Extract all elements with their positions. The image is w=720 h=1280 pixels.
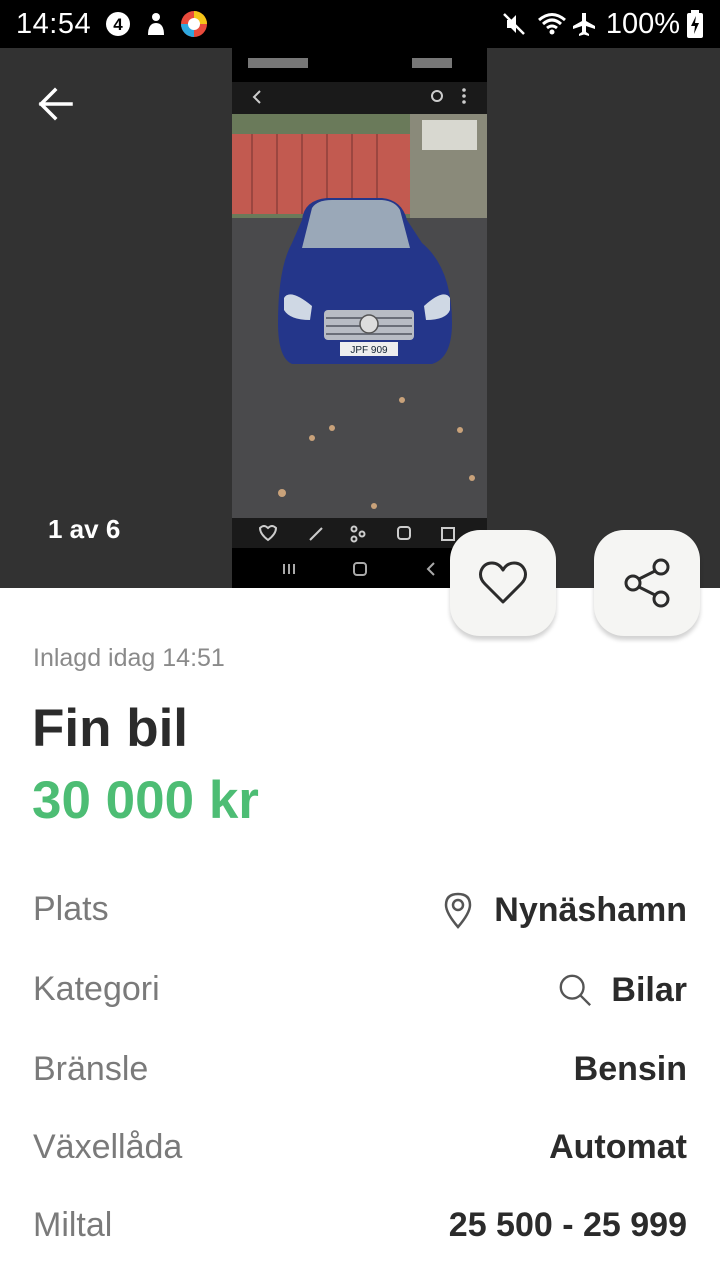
svg-text:4: 4 <box>113 15 123 34</box>
app-color-icon <box>180 10 208 38</box>
back-button[interactable] <box>22 72 90 136</box>
detail-label: Plats <box>33 890 109 928</box>
heart-icon <box>479 561 527 604</box>
share-icon <box>624 558 670 608</box>
listing-price: 30 000 kr <box>32 771 259 830</box>
detail-row-kategori[interactable]: Kategori Bilar <box>0 960 720 1020</box>
app-icon <box>142 10 170 38</box>
image-counter: 1 av 6 <box>48 514 121 544</box>
detail-value: Nynäshamn <box>494 890 687 929</box>
detail-label: Bränsle <box>33 1050 149 1088</box>
battery-percent: 100% <box>605 8 680 40</box>
status-bar: 14:54 4 100% <box>0 0 720 48</box>
svg-text:JPF 909: JPF 909 <box>350 345 388 356</box>
mute-icon <box>500 10 528 38</box>
detail-value: Bilar <box>611 970 687 1009</box>
detail-value: 25 500 - 25 999 <box>448 1206 687 1244</box>
posted-timestamp: Inlagd idag 14:51 <box>33 644 225 672</box>
detail-row-plats[interactable]: Plats Nynäshamn <box>0 880 720 940</box>
detail-row-bransle: Bränsle Bensin <box>0 1040 720 1100</box>
image-gallery[interactable]: JPF 909 1 av 6 <box>0 48 720 588</box>
share-button[interactable] <box>594 530 700 636</box>
detail-label: Växellåda <box>33 1128 183 1166</box>
airplane-icon <box>570 10 598 38</box>
listing-title: Fin bil <box>32 699 189 758</box>
wifi-icon <box>536 10 568 38</box>
detail-label: Kategori <box>33 970 160 1008</box>
detail-value: Bensin <box>573 1050 687 1088</box>
detail-value: Automat <box>549 1128 687 1166</box>
favorite-button[interactable] <box>450 530 556 636</box>
arrow-left-icon <box>38 87 73 121</box>
location-pin-icon <box>440 890 476 930</box>
notification-4-icon: 4 <box>104 10 132 38</box>
detail-row-miltal: Miltal 25 500 - 25 999 <box>0 1196 720 1256</box>
detail-row-vaxellada: Växellåda Automat <box>0 1118 720 1178</box>
status-time: 14:54 <box>16 8 92 40</box>
listing-photo[interactable]: JPF 909 <box>232 48 487 588</box>
detail-label: Miltal <box>33 1206 113 1244</box>
search-icon <box>557 970 593 1010</box>
battery-charging-icon <box>684 10 706 38</box>
